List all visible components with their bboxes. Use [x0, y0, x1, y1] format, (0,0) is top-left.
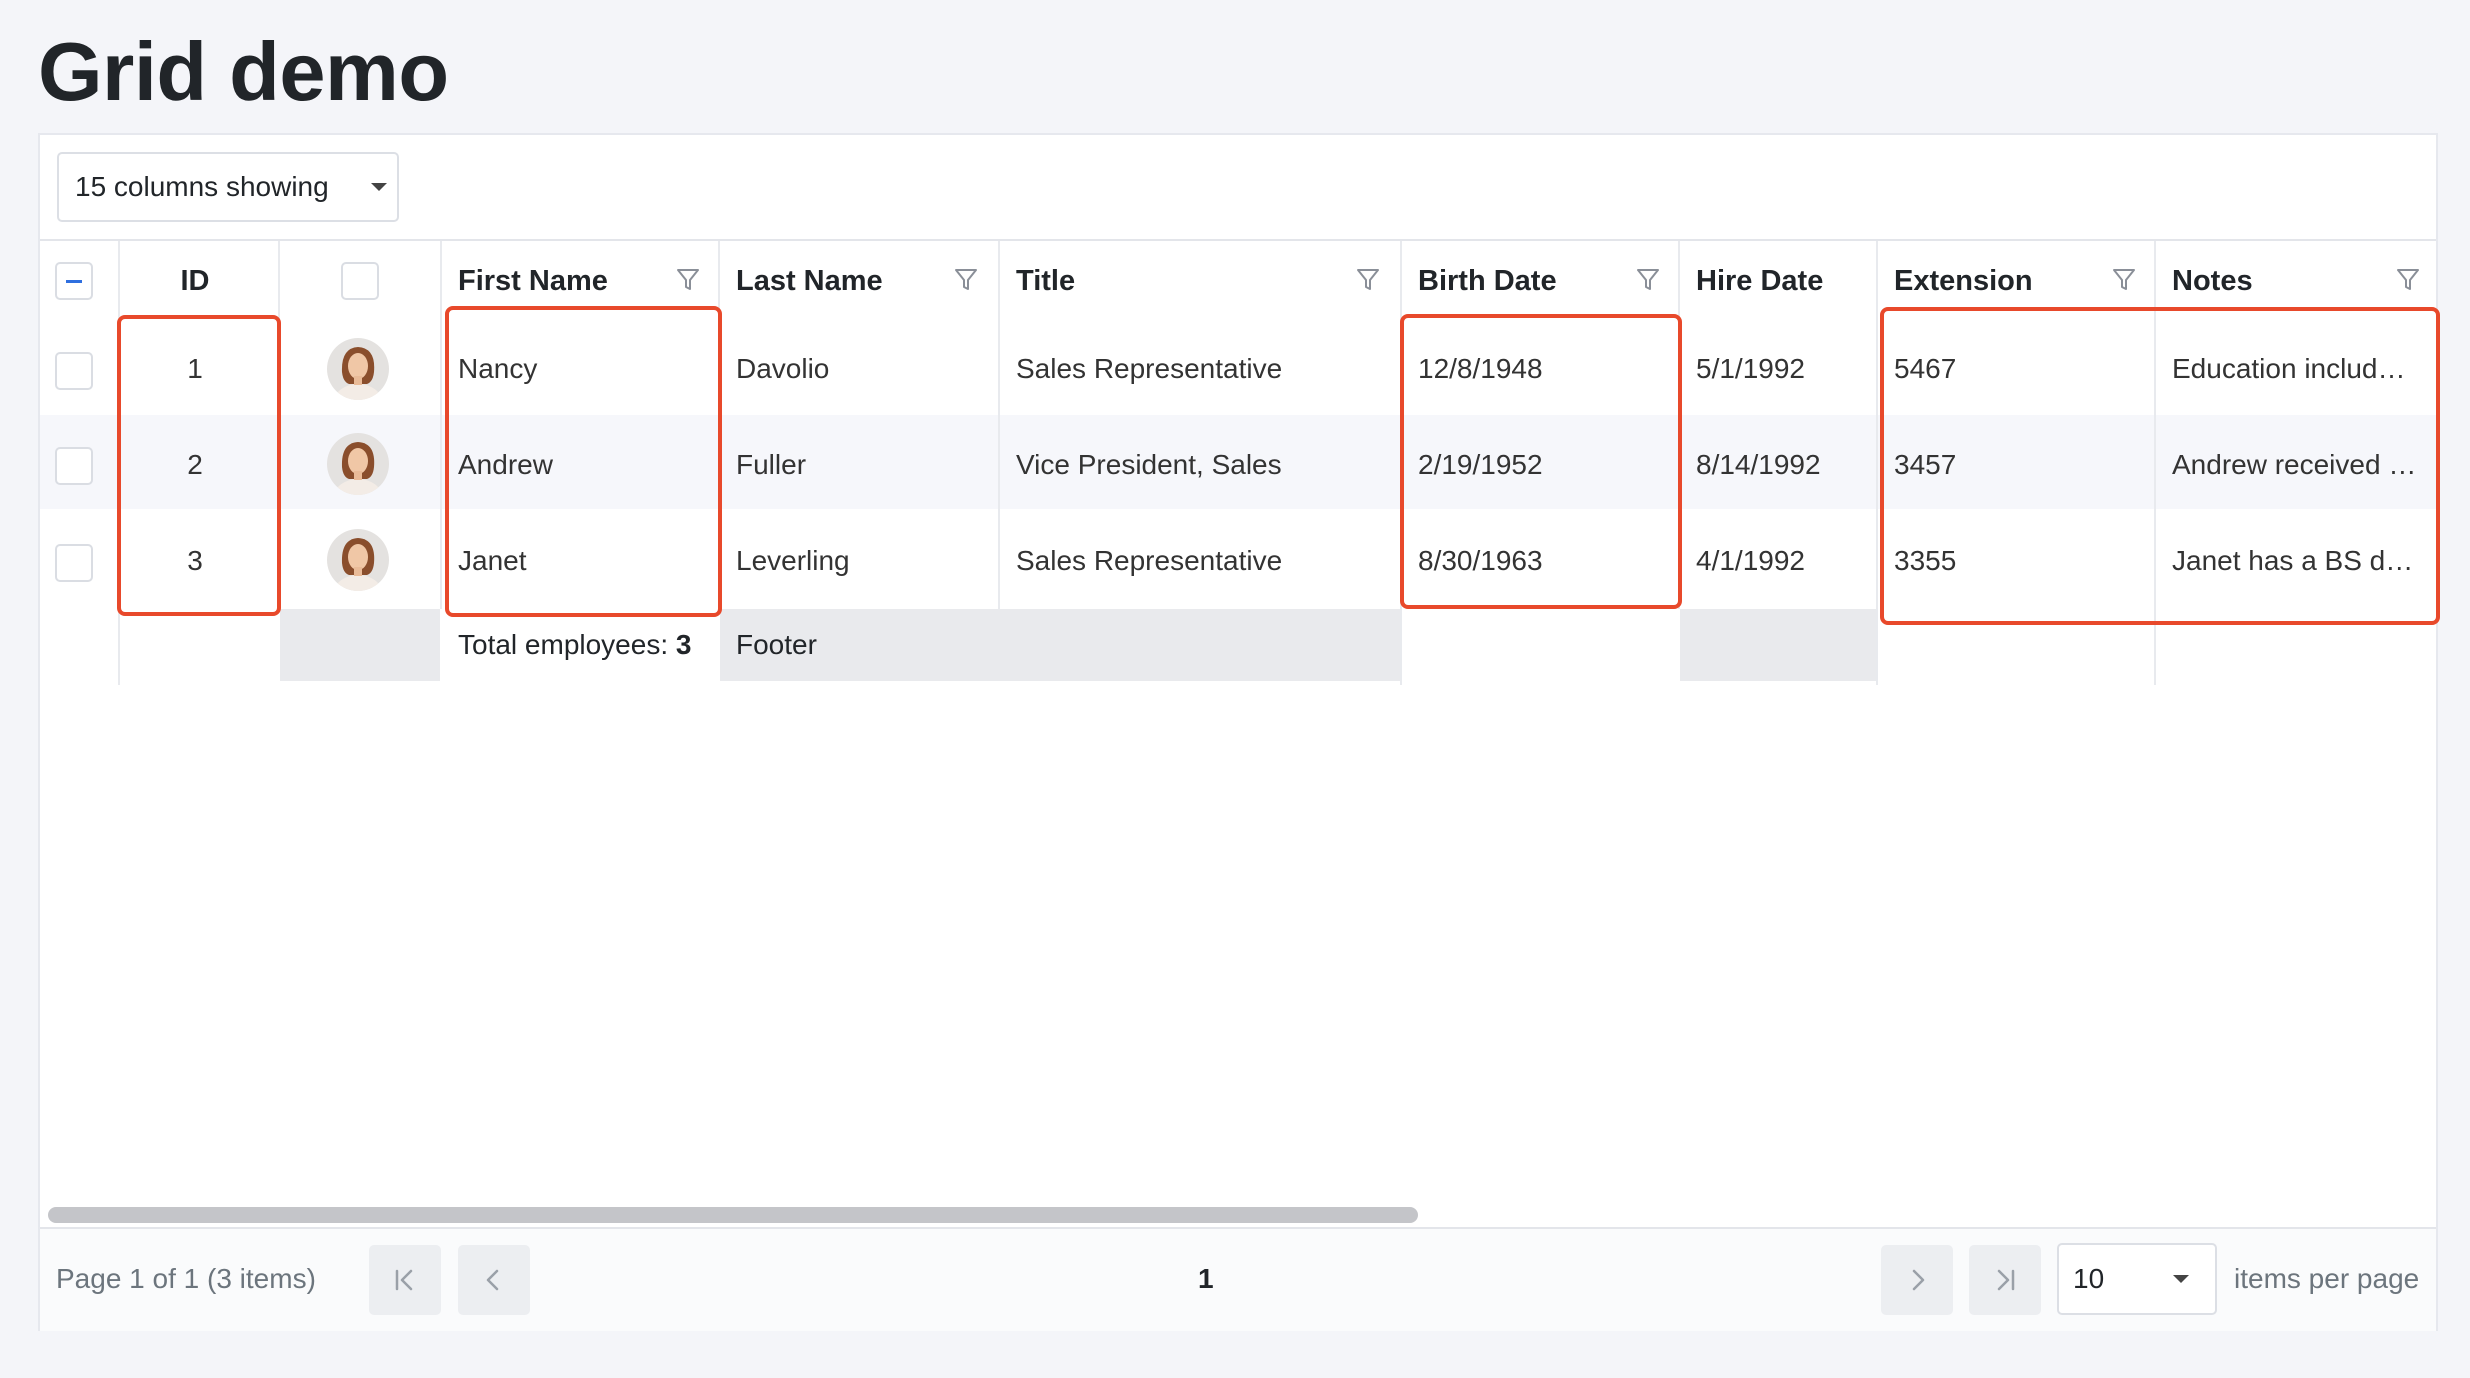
cell-title: Sales Representative	[1016, 353, 1283, 384]
header-id[interactable]: ID	[120, 241, 278, 321]
footer-total-value: 3	[675, 629, 692, 660]
header-last-name[interactable]: Last Name	[720, 241, 998, 321]
first-page-icon	[395, 1269, 413, 1291]
prev-page-icon	[486, 1269, 499, 1291]
next-page-button[interactable]	[1881, 1245, 1953, 1315]
footer-total: Total employees: 3	[458, 609, 691, 681]
cell-hire-date: 5/1/1992	[1696, 353, 1805, 384]
column-chooser-label: 15 columns showing	[75, 171, 329, 202]
filter-icon[interactable]	[1636, 267, 1660, 293]
cell-last-name: Fuller	[736, 449, 807, 480]
footer-cell	[1680, 609, 1876, 681]
footer-cell	[280, 609, 440, 681]
next-page-icon	[1912, 1269, 1925, 1291]
row-select-checkbox[interactable]	[55, 352, 93, 390]
cell-last-name: Leverling	[736, 545, 850, 576]
cell-last-name: Davolio	[736, 353, 830, 384]
highlight-box	[1880, 307, 2440, 625]
highlight-box	[117, 315, 281, 616]
filter-icon[interactable]	[954, 267, 978, 293]
page-size-select[interactable]: 10	[2057, 1243, 2217, 1315]
row-select-checkbox[interactable]	[55, 544, 93, 582]
filter-icon[interactable]	[2112, 267, 2136, 293]
cell-title: Sales Representative	[1016, 545, 1283, 576]
highlight-box	[1400, 314, 1682, 609]
header-title-label: Title	[1016, 265, 1076, 297]
last-page-button[interactable]	[1969, 1245, 2041, 1315]
cell-hire-date: 4/1/1992	[1696, 545, 1805, 576]
select-all-checkbox[interactable]	[55, 262, 93, 300]
data-grid: 15 columns showing ID First Name Last Na…	[38, 133, 2440, 1331]
header-photo	[280, 241, 440, 321]
header-title[interactable]: Title	[1000, 241, 1400, 321]
row-select-checkbox[interactable]	[55, 447, 93, 485]
last-page-icon	[1997, 1269, 2015, 1291]
current-page[interactable]: 1	[1198, 1229, 1214, 1329]
header-birth-date-label: Birth Date	[1418, 265, 1557, 297]
footer-last-name: Footer	[736, 629, 817, 660]
header-last-name-label: Last Name	[736, 265, 883, 297]
filter-icon[interactable]	[2396, 267, 2420, 293]
cell-hire-date: 8/14/1992	[1696, 449, 1821, 480]
chevron-down-icon	[371, 183, 387, 191]
header-birth-date[interactable]: Birth Date	[1402, 241, 1678, 321]
highlight-box	[445, 306, 722, 617]
cell-title: Vice President, Sales	[1016, 449, 1282, 480]
header-hire-date[interactable]: Hire Date	[1680, 241, 1876, 321]
avatar	[327, 433, 389, 495]
page-size-value: 10	[2073, 1263, 2105, 1294]
footer-cell	[720, 609, 1400, 681]
column-chooser-dropdown[interactable]: 15 columns showing	[57, 152, 399, 222]
pager-info: Page 1 of 1 (3 items)	[56, 1263, 316, 1294]
pager: Page 1 of 1 (3 items) 1 10 items per pag…	[40, 1227, 2436, 1331]
filter-icon[interactable]	[1356, 267, 1380, 293]
prev-page-button[interactable]	[458, 1245, 530, 1315]
filter-icon[interactable]	[676, 267, 700, 293]
items-per-page-label: items per page	[2234, 1263, 2420, 1294]
footer-total-label: Total employees:	[458, 629, 676, 660]
first-page-button[interactable]	[369, 1245, 441, 1315]
scrollbar-thumb[interactable]	[48, 1207, 1418, 1223]
photo-column-checkbox[interactable]	[341, 262, 379, 300]
header-hire-date-label: Hire Date	[1696, 265, 1824, 297]
avatar	[327, 529, 389, 591]
header-id-label: ID	[180, 265, 210, 297]
grid-toolbar: 15 columns showing	[40, 135, 2436, 241]
avatar	[327, 338, 389, 400]
page-title: Grid demo	[38, 25, 449, 118]
chevron-down-icon	[2173, 1275, 2189, 1283]
